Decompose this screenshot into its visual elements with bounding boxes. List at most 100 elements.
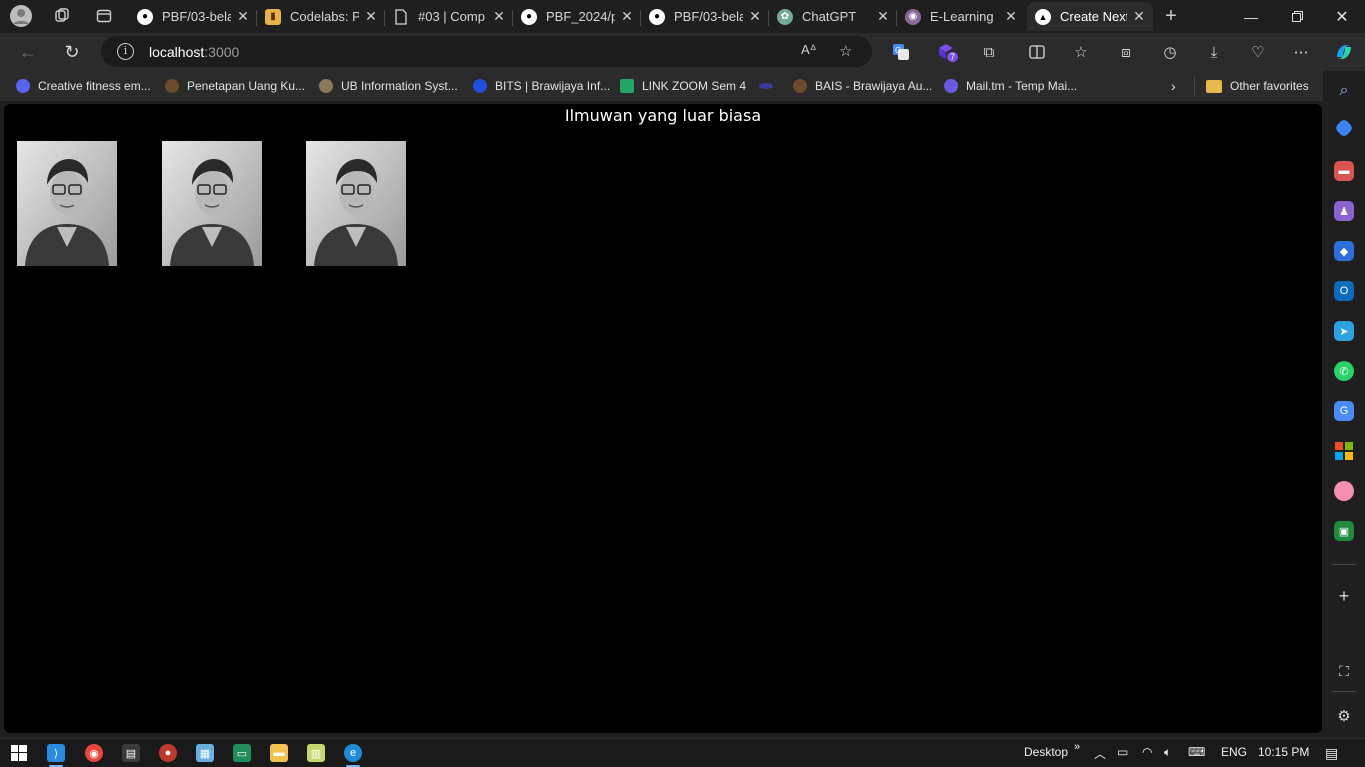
close-icon[interactable]: ✕ bbox=[877, 8, 889, 25]
favorite-label: Mail.tm - Temp Mai... bbox=[966, 79, 1078, 93]
extensions-puzzle-icon[interactable]: ⧉ bbox=[976, 39, 1002, 65]
codelabs-icon: ▮ bbox=[265, 8, 281, 25]
folder-icon bbox=[1206, 79, 1222, 93]
workspaces-icon[interactable] bbox=[51, 5, 73, 27]
notes-icon[interactable]: ▥ bbox=[307, 744, 325, 762]
chrome-icon[interactable]: ◉ bbox=[85, 744, 103, 762]
translate-extension-icon[interactable]: G bbox=[888, 39, 914, 65]
favorite-link-zoom[interactable]: LINK ZOOM Sem 4 bbox=[620, 77, 746, 95]
chevron-right-icon[interactable]: › bbox=[1171, 77, 1176, 95]
close-icon[interactable]: ✕ bbox=[1005, 8, 1017, 25]
keyboard-icon[interactable]: ⌨ bbox=[1188, 745, 1205, 759]
close-icon[interactable]: ✕ bbox=[621, 8, 633, 25]
brain-icon[interactable] bbox=[1334, 481, 1354, 501]
tab-elearning[interactable]: ◉ E-Learning ✕ bbox=[897, 2, 1025, 31]
copilot-icon[interactable] bbox=[1331, 39, 1357, 65]
favorite-link[interactable] bbox=[759, 77, 781, 95]
favorite-label: UB Information Syst... bbox=[341, 79, 458, 93]
favorites-bar: Creative fitness em... Penetapan Uang Ku… bbox=[0, 71, 1323, 101]
outlook-icon[interactable]: O bbox=[1334, 281, 1354, 301]
split-screen-icon[interactable] bbox=[1024, 39, 1050, 65]
wifi-icon[interactable]: ◠ bbox=[1142, 745, 1152, 759]
tab-label: ChatGPT bbox=[802, 9, 857, 24]
extension-badge-icon[interactable]: 7 bbox=[933, 39, 959, 65]
edge-icon[interactable]: e bbox=[344, 744, 362, 767]
meet-icon[interactable]: ▣ bbox=[1334, 521, 1354, 541]
profile-avatar-icon[interactable] bbox=[10, 5, 32, 27]
restore-icon[interactable] bbox=[1274, 0, 1320, 33]
file-explorer-icon[interactable]: ▬ bbox=[270, 744, 288, 762]
translate-icon[interactable]: G bbox=[1334, 401, 1354, 421]
chatgpt-icon: ✿ bbox=[777, 8, 793, 25]
vscode-icon[interactable]: ⟩ bbox=[47, 744, 65, 767]
language-indicator[interactable]: ENG bbox=[1221, 745, 1247, 759]
favorites-icon[interactable]: ☆ bbox=[1068, 39, 1094, 65]
tab-label: #03 | Comp bbox=[418, 9, 485, 24]
tab-label: Create Next bbox=[1060, 9, 1127, 24]
minimize-icon[interactable]: — bbox=[1228, 0, 1274, 33]
tab-codelabs[interactable]: ▮ Codelabs: P ✕ bbox=[257, 2, 385, 31]
favorite-star-icon[interactable]: ☆ bbox=[839, 42, 852, 60]
notepad-icon[interactable]: ▤ bbox=[122, 744, 140, 762]
address-url[interactable]: localhost:3000 bbox=[149, 44, 239, 60]
collections-icon[interactable]: ⧈ bbox=[1113, 39, 1139, 65]
calculator-icon[interactable]: ▦ bbox=[196, 744, 214, 762]
tools-icon[interactable]: ▬ bbox=[1334, 161, 1354, 181]
tab-pbf-03-belajar-2[interactable]: ● PBF/03-bela ✕ bbox=[641, 2, 769, 31]
favorite-bits[interactable]: BITS | Brawijaya Inf... bbox=[473, 77, 610, 95]
tab-pbf-2024[interactable]: ● PBF_2024/p ✕ bbox=[513, 2, 641, 31]
add-plus-icon[interactable]: + bbox=[1334, 586, 1354, 606]
shopping-tag-icon[interactable] bbox=[1334, 118, 1354, 138]
whatsapp-icon[interactable]: ✆ bbox=[1334, 361, 1354, 381]
close-window-icon[interactable]: ✕ bbox=[1319, 0, 1365, 33]
favorite-penetapan-uang[interactable]: Penetapan Uang Ku... bbox=[165, 77, 305, 95]
close-icon[interactable]: ✕ bbox=[749, 8, 761, 25]
paint-icon[interactable]: ● bbox=[159, 744, 177, 762]
screenshot-icon[interactable]: ⛶ bbox=[1334, 661, 1354, 681]
new-tab-plus-icon[interactable]: + bbox=[1160, 5, 1182, 27]
close-icon[interactable]: ✕ bbox=[237, 8, 249, 25]
refresh-icon[interactable]: ↻ bbox=[57, 37, 87, 67]
back-arrow-icon[interactable]: ← bbox=[13, 37, 43, 67]
tab-create-next-app[interactable]: ▲ Create Next ✕ bbox=[1027, 2, 1153, 31]
more-menu-icon[interactable]: ⋯ bbox=[1288, 39, 1314, 65]
tab-label: PBF_2024/p bbox=[546, 9, 615, 24]
notification-icon[interactable]: ▤ bbox=[1325, 745, 1338, 762]
page-heading: Ilmuwan yang luar biasa bbox=[564, 106, 762, 125]
close-icon[interactable]: ✕ bbox=[1133, 8, 1145, 25]
address-bar[interactable]: i localhost:3000 Aᐞ ☆ bbox=[101, 36, 872, 67]
site-info-icon[interactable]: i bbox=[117, 43, 134, 60]
favorite-creative-fitness[interactable]: Creative fitness em... bbox=[16, 77, 151, 95]
tab-chatgpt[interactable]: ✿ ChatGPT ✕ bbox=[769, 2, 897, 31]
settings-gear-icon[interactable]: ⚙ bbox=[1334, 706, 1354, 726]
read-aloud-icon[interactable]: Aᐞ bbox=[801, 42, 817, 58]
microsoft-store-icon[interactable] bbox=[1334, 441, 1354, 461]
telegram-icon[interactable]: ➤ bbox=[1334, 321, 1354, 341]
other-favorites-label: Other favorites bbox=[1230, 79, 1309, 93]
desktop-label[interactable]: Desktop bbox=[1024, 745, 1068, 759]
favorite-ub-information-system[interactable]: UB Information Syst... bbox=[319, 77, 458, 95]
chevron-up-icon[interactable]: ︿ bbox=[1094, 745, 1106, 762]
tab-pbf-03-belajar[interactable]: ● PBF/03-bela ✕ bbox=[129, 2, 257, 31]
close-icon[interactable]: ✕ bbox=[493, 8, 505, 25]
favorite-bais[interactable]: BAIS - Brawijaya Au... bbox=[793, 77, 932, 95]
tab-03-comp[interactable]: #03 | Comp ✕ bbox=[385, 2, 513, 31]
tab-label: Codelabs: P bbox=[290, 9, 359, 24]
search-icon[interactable]: ⌕ bbox=[1334, 81, 1354, 101]
volume-icon[interactable]: 🔈︎ bbox=[1164, 745, 1171, 760]
games-icon[interactable]: ♟ bbox=[1334, 201, 1354, 221]
terminal-icon[interactable]: ▭ bbox=[233, 744, 251, 762]
battery-icon[interactable]: ▭ bbox=[1117, 745, 1128, 759]
performance-heart-icon[interactable]: ♡ bbox=[1245, 39, 1271, 65]
windows-start-icon[interactable] bbox=[10, 744, 28, 762]
favorite-mail-tm[interactable]: Mail.tm - Temp Mai... bbox=[944, 77, 1077, 95]
chevron-double-right-icon[interactable]: » bbox=[1074, 741, 1080, 753]
downloads-icon[interactable]: ⤓ bbox=[1201, 39, 1227, 65]
tab-strip: ● PBF/03-bela ✕ ▮ Codelabs: P ✕ #03 | Co… bbox=[0, 0, 1365, 33]
microsoft365-icon[interactable]: ◆ bbox=[1334, 241, 1354, 261]
close-icon[interactable]: ✕ bbox=[365, 8, 377, 25]
history-icon[interactable]: ◷ bbox=[1157, 39, 1183, 65]
tab-actions-icon[interactable] bbox=[93, 5, 115, 27]
clock-time[interactable]: 10:15 PM bbox=[1258, 745, 1309, 759]
other-favorites-folder[interactable]: Other favorites bbox=[1206, 77, 1309, 95]
